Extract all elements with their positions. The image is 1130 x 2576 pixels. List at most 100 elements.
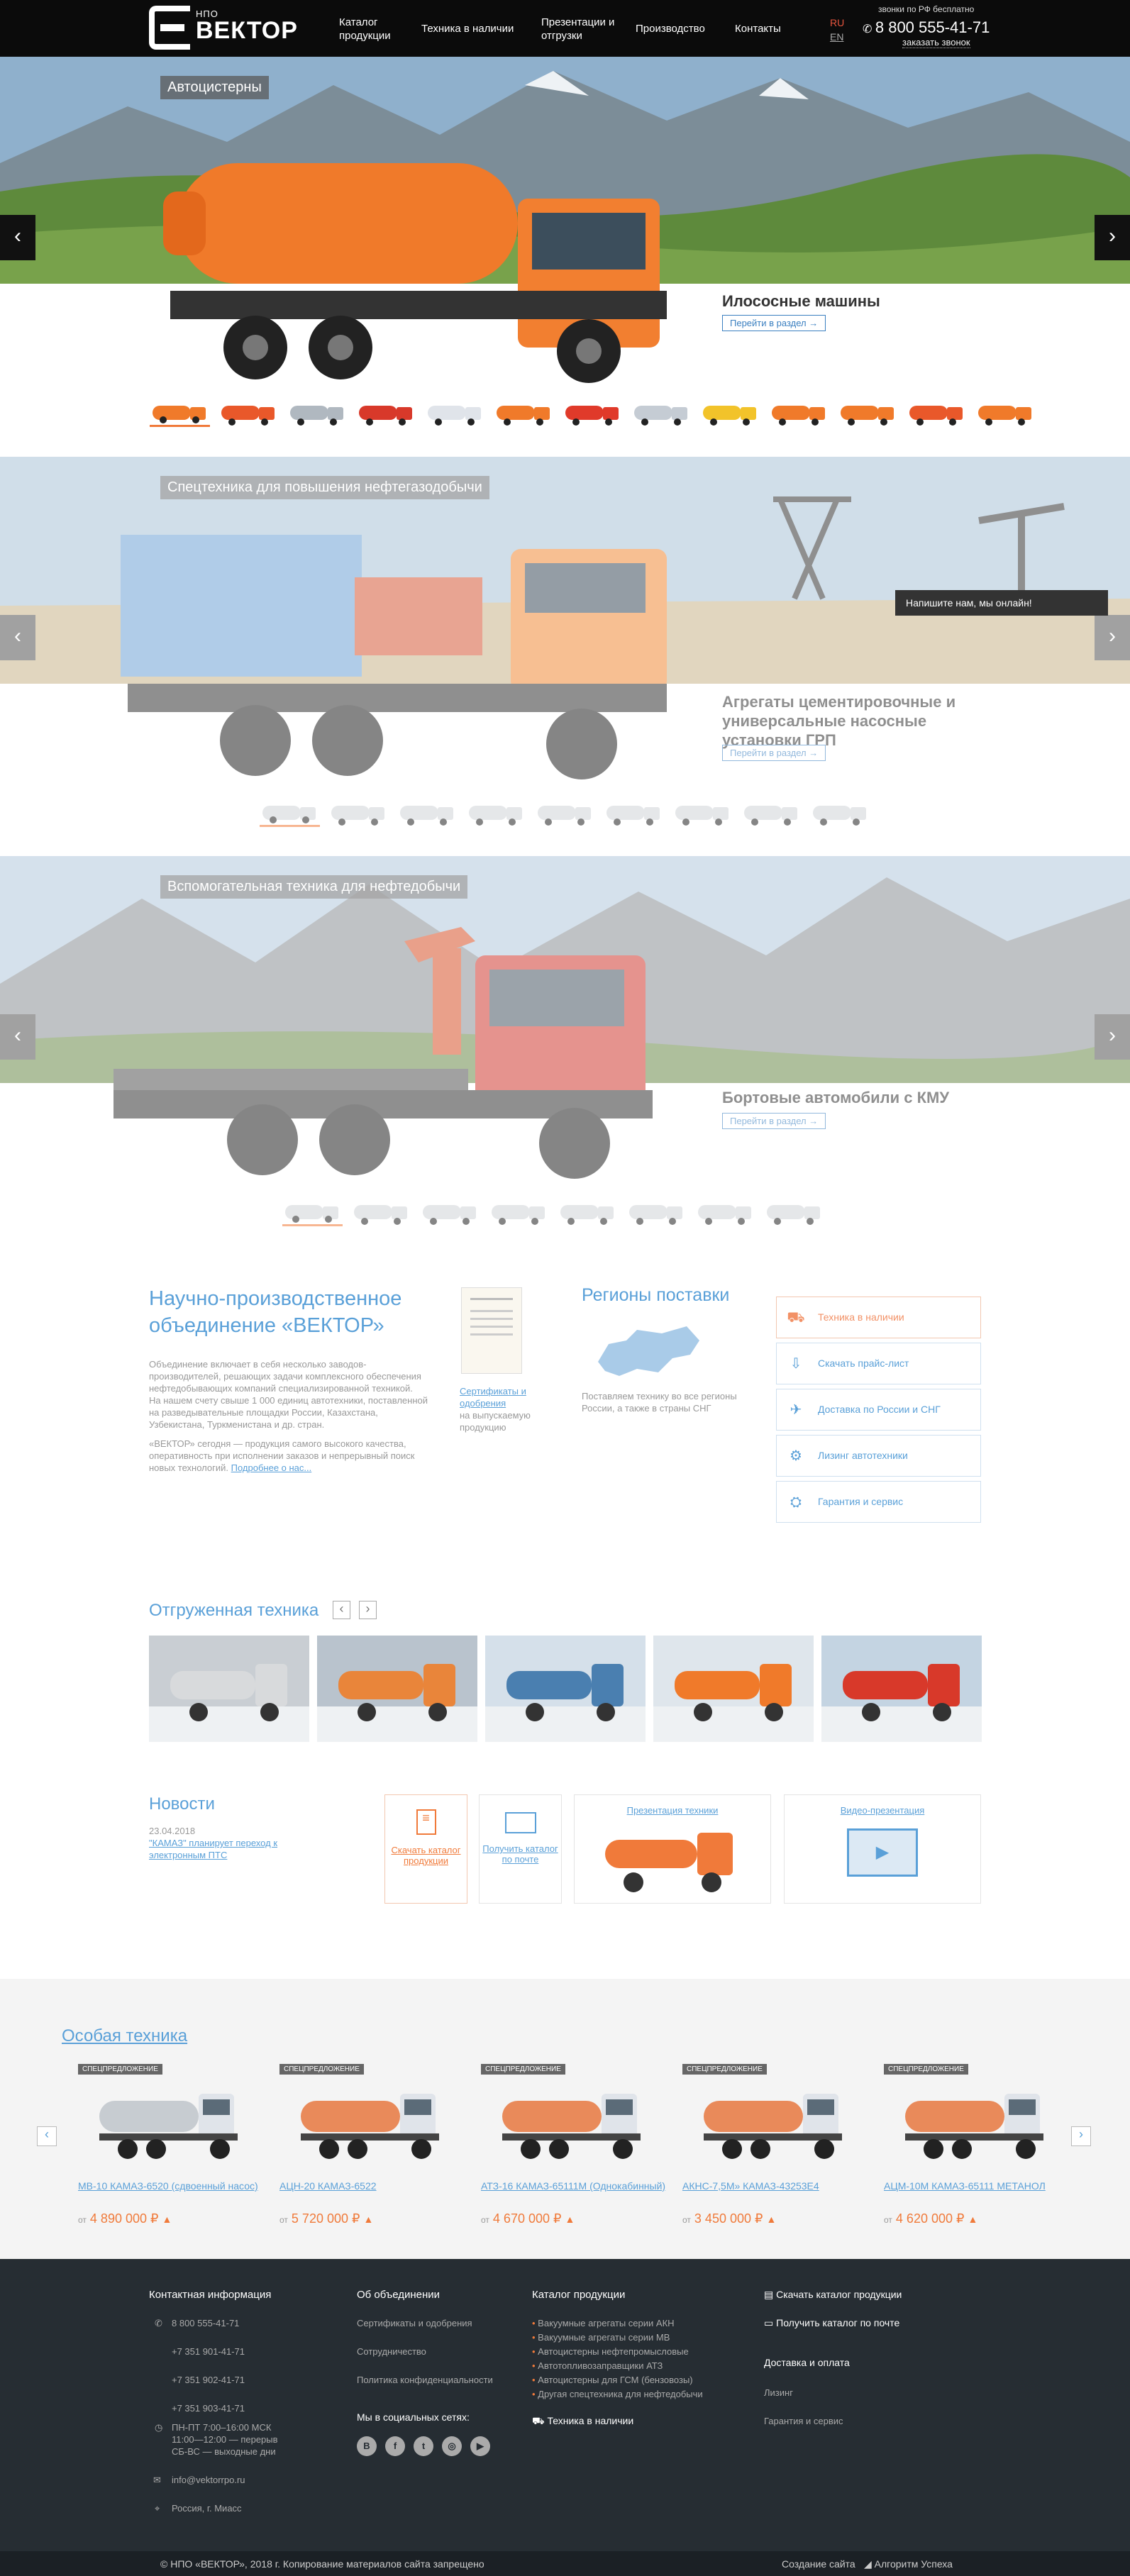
slider-thumb[interactable] [356,400,416,427]
slider-thumb[interactable] [810,800,870,827]
service-item[interactable]: ⛟ Техника в наличии [776,1297,981,1338]
slider-thumb[interactable] [287,400,348,427]
certificate-image[interactable] [461,1287,522,1374]
special-card[interactable]: СПЕЦПРЕДЛОЖЕНИЕ АКНС-7,5М» КАМАЗ-43253Е4 о… [682,2064,874,2234]
service-item[interactable]: ⚙ Лизинг автотехники [776,1435,981,1477]
special-name-link[interactable]: АТЗ-16 КАМАЗ-65111М (Однокабинный) [481,2180,665,2192]
shipped-next-button[interactable]: › [359,1601,377,1619]
slider-prev-arrow-icon[interactable]: ‹ [0,215,35,260]
footer-catalog-link[interactable]: • Автоцистерны нефтепромысловые [532,2345,689,2358]
service-item[interactable]: ✈ Доставка по России и СНГ [776,1389,981,1431]
slider-thumb[interactable] [769,400,829,427]
footer-catalog-link[interactable]: • Автотопливозаправщики АТЗ [532,2360,663,2372]
footer-email[interactable]: info@vektorrpo.ru [172,2474,245,2486]
footer-catalog-link[interactable]: • Вакуумные агрегаты серии МВ [532,2331,670,2343]
logo[interactable]: НПО ВЕКТОР [149,6,298,51]
slider-thumb[interactable] [563,400,623,427]
slider-thumb[interactable] [764,1199,824,1226]
nav-presentations[interactable]: Презентации и отгрузки [541,16,619,43]
slider-thumb[interactable] [466,800,526,827]
slider-thumb[interactable] [695,1199,755,1226]
slider-thumb[interactable] [558,1199,618,1226]
shipped-photo[interactable] [821,1636,982,1742]
slider-thumb[interactable] [260,800,320,827]
goto-section-button[interactable]: Перейти в раздел → [722,745,826,761]
slider-next-arrow-icon[interactable]: › [1095,615,1130,660]
slider-thumb[interactable] [494,400,554,427]
slider-prev-arrow-icon[interactable]: ‹ [0,1014,35,1060]
special-name-link[interactable]: АЦМ-10М КАМАЗ-65111 МЕТАНОЛ [884,2180,1046,2192]
slider-thumb[interactable] [328,800,389,827]
footer-about-link[interactable]: Политика конфиденциальности [357,2374,493,2386]
slider-thumb[interactable] [700,400,760,427]
footer-phone[interactable]: +7 351 901-41-71 [172,2345,245,2358]
special-name-link[interactable]: АКНС-7,5М» КАМАЗ-43253Е4 [682,2180,819,2192]
nav-production[interactable]: Производство [636,22,705,35]
nav-stock[interactable]: Техника в наличии [421,22,521,35]
footer-catalog-link[interactable]: • Другая спецтехника для нефтедобычи [532,2388,703,2400]
lang-en[interactable]: EN [830,31,843,43]
slider-thumb[interactable] [672,800,733,827]
shipped-photo[interactable] [485,1636,646,1742]
slider-thumb[interactable] [397,800,458,827]
footer-phone[interactable]: +7 351 903-41-71 [172,2402,245,2414]
footer-catalog-link[interactable]: • Автоцистерны для ГСМ (бензовозы) [532,2374,693,2386]
facebook-icon[interactable]: f [385,2436,405,2456]
news-item-link[interactable]: "КАМАЗ" планирует переход к электронным … [149,1837,319,1861]
footer-about-link[interactable]: Сертификаты и одобрения [357,2317,472,2329]
footer-delivery-link[interactable]: Гарантия и сервис [764,2415,843,2427]
slider-thumb[interactable] [535,800,595,827]
youtube-icon[interactable]: ▶ [470,2436,490,2456]
slider-thumb[interactable] [838,400,898,427]
download-catalog-card[interactable]: ≡ Скачать каталог продукции [384,1794,467,1904]
shipped-photo[interactable] [149,1636,309,1742]
slider-thumb[interactable] [604,800,664,827]
slider-thumb[interactable] [282,1199,343,1226]
slider-thumb[interactable] [907,400,967,427]
footer-catalog-link[interactable]: • Вакуумные агрегаты серии АКН [532,2317,675,2329]
special-title[interactable]: Особая техника [62,2026,187,2046]
slider-thumb[interactable] [218,400,279,427]
footer-phone[interactable]: 8 800 555-41-71 [172,2317,239,2329]
developer-link[interactable]: ◢ Алгоритм Успеха [864,2558,953,2570]
special-prev-button[interactable]: ‹ [37,2126,57,2146]
shipped-photo[interactable] [653,1636,814,1742]
slider-thumb[interactable] [425,400,485,427]
goto-section-button[interactable]: Перейти в раздел → [722,1113,826,1129]
footer-mail-catalog[interactable]: ▭ Получить каталог по почте [764,2317,899,2329]
service-item[interactable]: ⇩ Скачать прайс-лист [776,1343,981,1384]
vk-icon[interactable]: В [357,2436,377,2456]
slider-thumb[interactable] [351,1199,411,1226]
slider-prev-arrow-icon[interactable]: ‹ [0,615,35,660]
instagram-icon[interactable]: ◎ [442,2436,462,2456]
slider-thumb[interactable] [626,1199,687,1226]
lang-ru[interactable]: RU [830,17,844,28]
special-name-link[interactable]: МВ-10 КАМАЗ-6520 (сдвоенный насос) [78,2180,258,2192]
slider-next-arrow-icon[interactable]: › [1095,1014,1130,1060]
slider-next-arrow-icon[interactable]: › [1095,215,1130,260]
shipped-photo[interactable] [317,1636,477,1742]
callback-link[interactable]: заказать звонок [902,37,970,48]
footer-phone[interactable]: +7 351 902-41-71 [172,2374,245,2386]
nav-catalog[interactable]: Каталог продукции [339,16,396,43]
footer-stock-link[interactable]: ⛟ Техника в наличии [532,2415,633,2428]
online-chat-button[interactable]: Напишите нам, мы онлайн! [895,590,1108,616]
special-card[interactable]: СПЕЦПРЕДЛОЖЕНИЕ МВ-10 КАМАЗ-6520 (сдвоенн… [78,2064,270,2234]
phone-number[interactable]: ✆ 8 800 555-41-71 [863,18,990,37]
twitter-icon[interactable]: t [414,2436,433,2456]
video-card[interactable]: Видео-презентация ▶ [784,1794,981,1904]
slider-thumb[interactable] [631,400,692,427]
footer-delivery-link[interactable]: Лизинг [764,2387,793,2399]
about-more-link[interactable]: Подробнее о нас... [231,1462,312,1473]
slider-thumb[interactable] [150,400,210,427]
footer-about-link[interactable]: Сотрудничество [357,2345,426,2358]
slider-thumb[interactable] [420,1199,480,1226]
nav-contacts[interactable]: Контакты [735,22,781,35]
special-name-link[interactable]: АЦН-20 КАМАЗ-6522 [279,2180,377,2192]
slider-thumb[interactable] [741,800,802,827]
special-card[interactable]: СПЕЦПРЕДЛОЖЕНИЕ АЦН-20 КАМАЗ-6522 от 5 720… [279,2064,471,2234]
special-card[interactable]: СПЕЦПРЕДЛОЖЕНИЕ АЦМ-10М КАМАЗ-65111 МЕТАН… [884,2064,1075,2234]
special-card[interactable]: СПЕЦПРЕДЛОЖЕНИЕ АТЗ-16 КАМАЗ-65111М (Одно… [481,2064,672,2234]
presentation-card[interactable]: Презентация техники [574,1794,771,1904]
slider-thumb[interactable] [489,1199,549,1226]
